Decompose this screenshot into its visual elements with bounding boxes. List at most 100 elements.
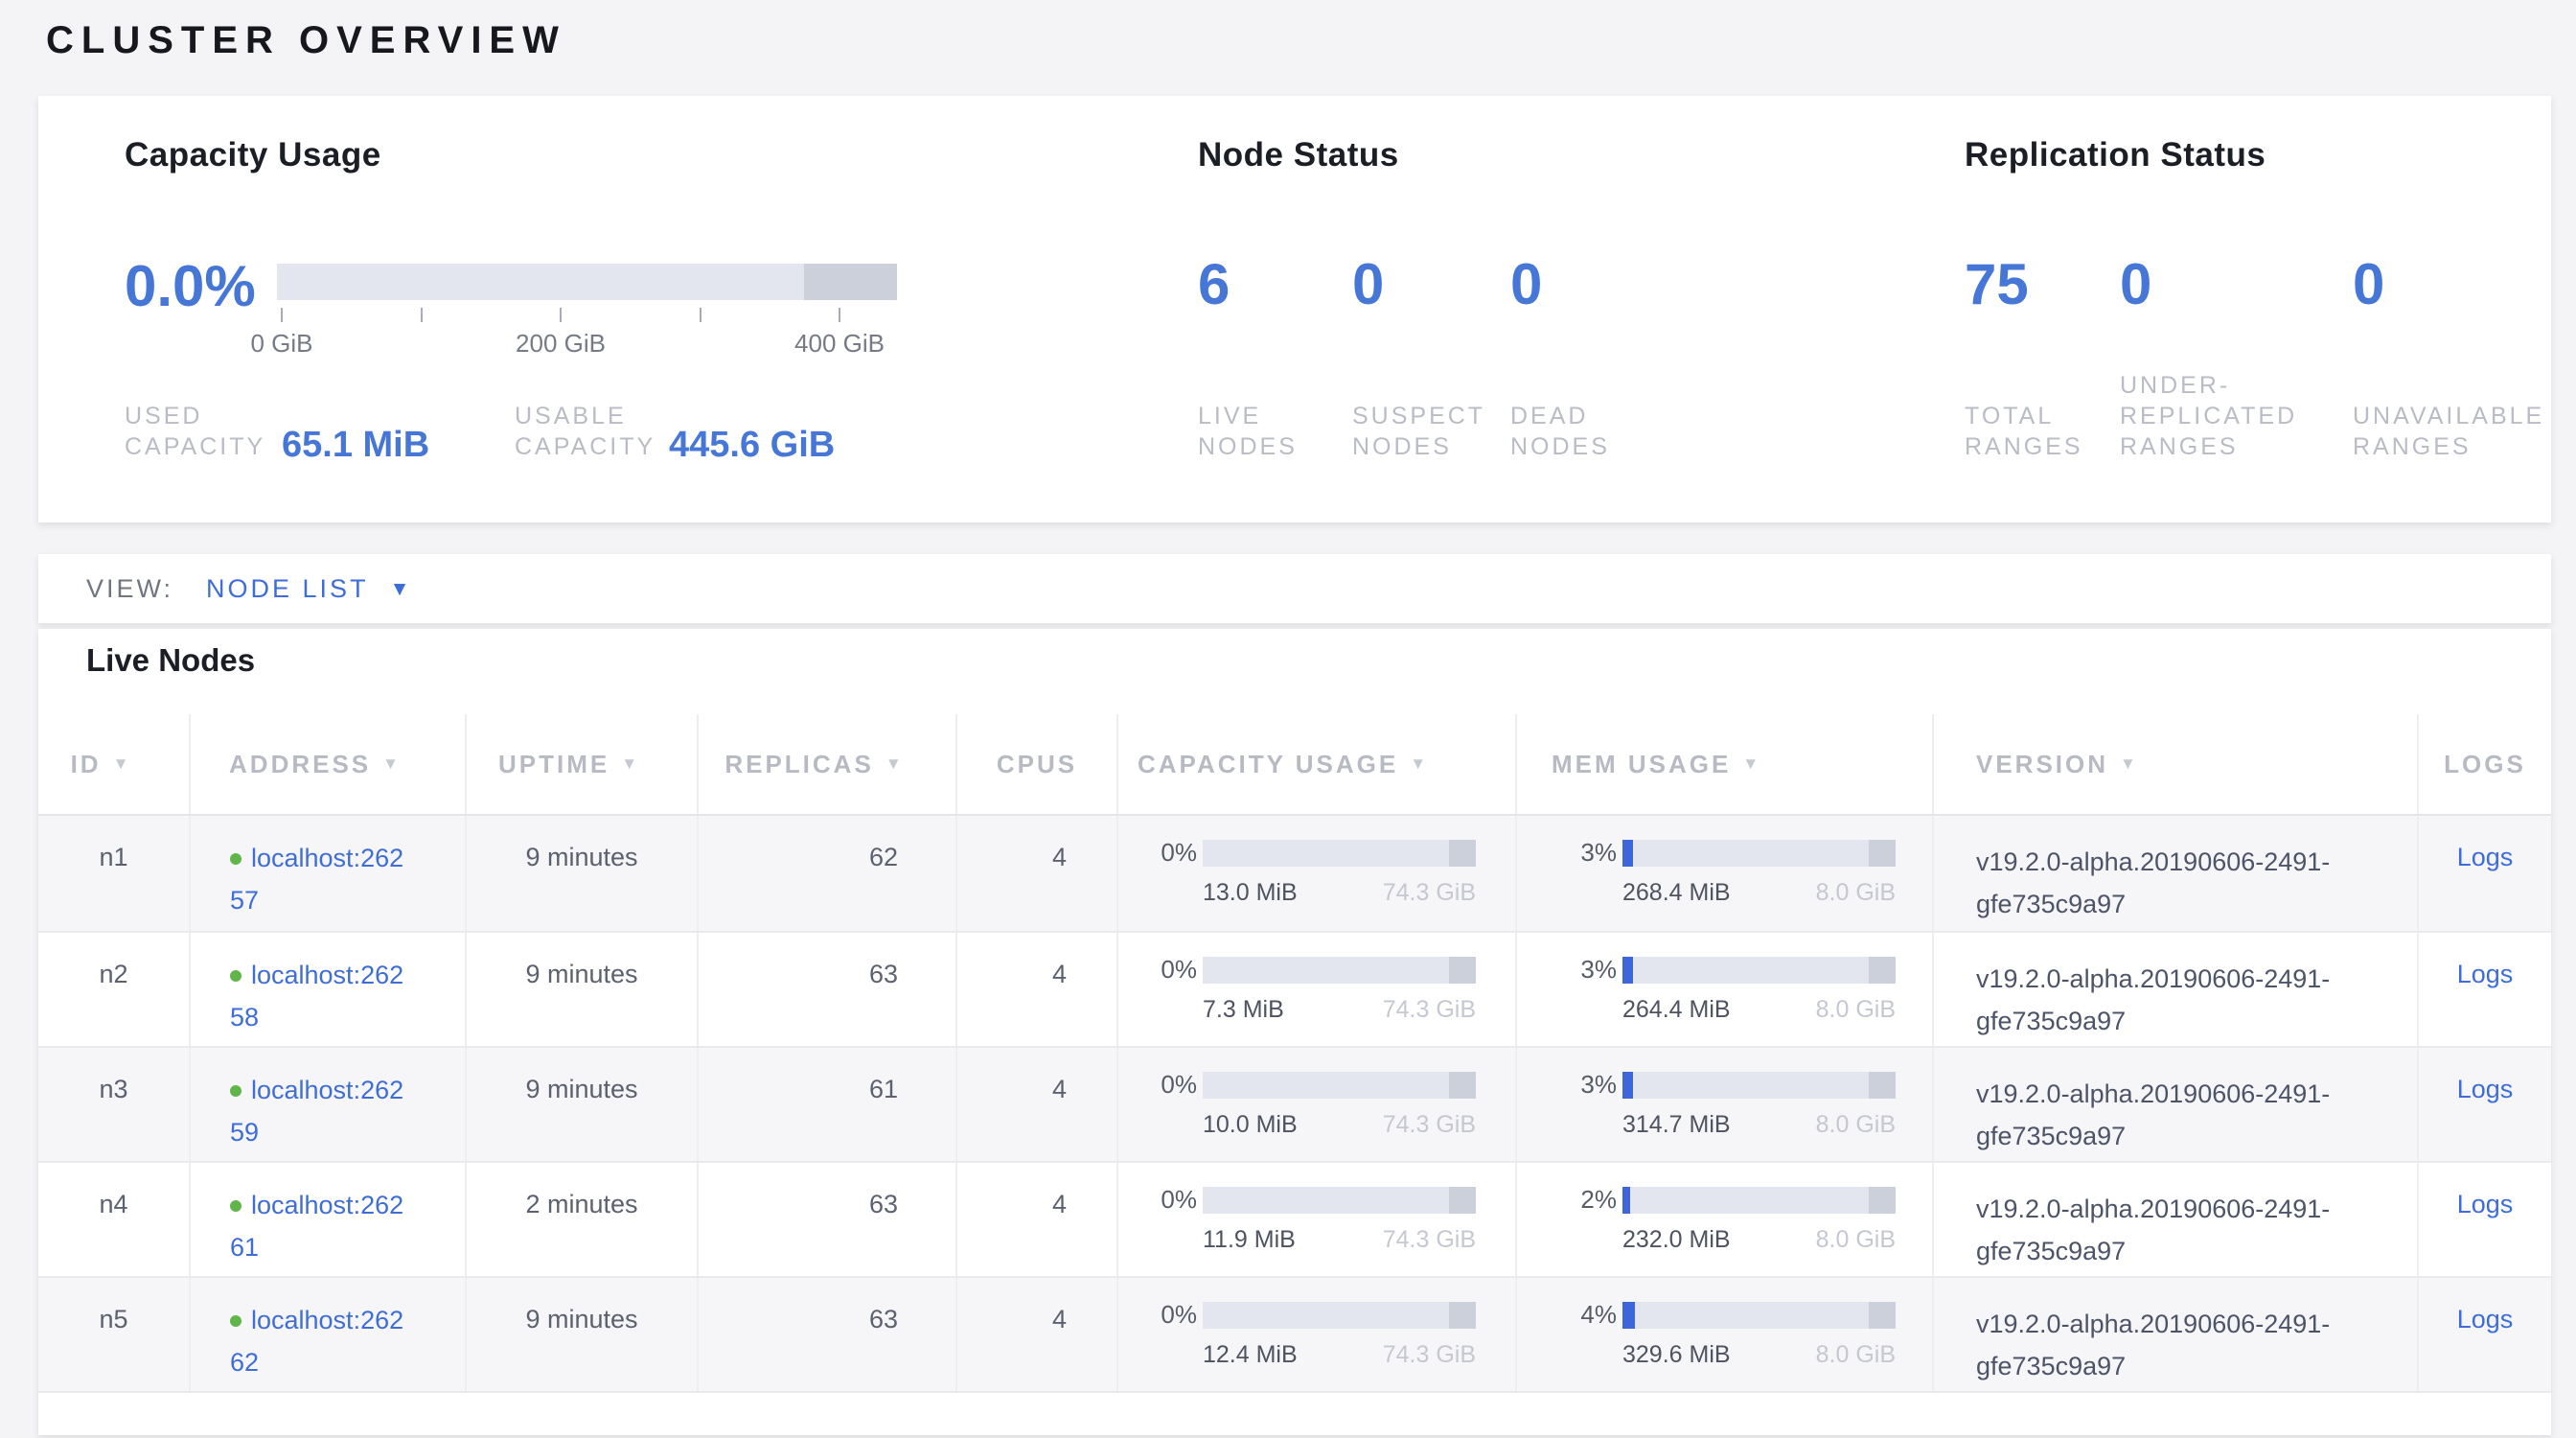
table-body: n1localhost:262579 minutes6240%13.0 MiB7…	[38, 816, 2551, 1435]
column-header-replicas[interactable]: REPLICAS▼	[697, 714, 955, 814]
replicas-cell: 63	[697, 1163, 955, 1276]
node-status-stat: 0 DEADNODES	[1510, 257, 1610, 462]
live-status-dot-icon	[230, 970, 242, 982]
logs-link[interactable]: Logs	[2457, 1075, 2514, 1103]
node-status-section: Node Status 6LIVENODES0SUSPECTNODES0DEAD…	[1198, 136, 1888, 462]
sort-arrow-icon: ▼	[382, 754, 426, 774]
used-value: 11.9 MiB	[1203, 1226, 1296, 1254]
uptime-cell: 9 minutes	[465, 816, 697, 931]
replication-stat: 75TOTALRANGES	[1965, 257, 2120, 462]
bar-nonusable-segment	[1869, 957, 1896, 984]
capacity-usage-percent: 0.0%	[125, 253, 256, 319]
column-header-address[interactable]: ADDRESS▼	[189, 714, 465, 814]
used-value: 268.4 MiB	[1622, 879, 1731, 907]
capacity-usage-cell: 0%11.9 MiB74.3 GiB	[1116, 1163, 1515, 1276]
node-address-link[interactable]: localhost:26262	[230, 1306, 403, 1377]
node-address-link[interactable]: localhost:26261	[230, 1191, 403, 1262]
node-status-stats: 6LIVENODES0SUSPECTNODES0DEADNODES	[1198, 257, 1610, 462]
total-value: 74.3 GiB	[1383, 879, 1476, 907]
bar-nonusable-segment	[1449, 957, 1476, 984]
node-address-cell: localhost:26258	[189, 933, 465, 1046]
capacity-bar-nonusable-segment	[804, 264, 897, 300]
capacity-usage-cell: 0%12.4 MiB74.3 GiB	[1116, 1278, 1515, 1391]
column-header-capacity-usage[interactable]: CAPACITY USAGE▼	[1116, 714, 1515, 814]
bar-nonusable-segment	[1449, 1072, 1476, 1099]
node-status-label: DEADNODES	[1510, 401, 1610, 462]
view-dropdown-value: NODE LIST	[206, 574, 369, 604]
logs-link[interactable]: Logs	[2457, 1190, 2514, 1218]
capacity-usage-cell: 0%13.0 MiB74.3 GiB	[1116, 816, 1515, 931]
bar-fill	[1622, 957, 1633, 984]
view-dropdown[interactable]: NODE LIST ▼	[206, 574, 409, 604]
replicas-cell: 63	[697, 933, 955, 1046]
bar-fill	[1622, 1072, 1633, 1099]
capacity-stat-label: USEDCAPACITY	[125, 401, 282, 462]
live-nodes-heading: Live Nodes	[86, 642, 255, 679]
used-value: 10.0 MiB	[1203, 1111, 1298, 1139]
replication-stat: 0 UNDER-REPLICATEDRANGES	[2120, 257, 2353, 462]
column-header-mem-usage[interactable]: MEM USAGE▼	[1515, 714, 1932, 814]
version-cell: v19.2.0-alpha.20190606-2491-gfe735c9a97	[1932, 1048, 2417, 1161]
mem-percent: 3%	[1517, 955, 1617, 985]
node-status-value: 6	[1198, 257, 1352, 313]
capacity-bar-track	[1203, 840, 1476, 867]
column-header-version[interactable]: VERSION▼	[1932, 714, 2417, 814]
cpus-cell: 4	[955, 1048, 1116, 1161]
mem-usage-cell: 3%264.4 MiB8.0 GiB	[1515, 933, 1932, 1046]
node-status-value: 0	[1352, 257, 1510, 313]
view-selector-bar: VIEW: NODE LIST ▼	[38, 554, 2551, 623]
total-value: 8.0 GiB	[1816, 1226, 1896, 1254]
replication-value: 0	[2120, 257, 2353, 313]
logs-cell: Logs	[2417, 933, 2551, 1046]
node-address-link[interactable]: localhost:26257	[230, 844, 403, 915]
node-address-cell: localhost:26259	[189, 1048, 465, 1161]
used-value: 264.4 MiB	[1622, 996, 1731, 1024]
capacity-stat-value: 445.6 GiB	[669, 428, 835, 462]
mem-bar-track	[1622, 1072, 1896, 1099]
used-value: 314.7 MiB	[1622, 1111, 1731, 1139]
logs-cell: Logs	[2417, 1048, 2551, 1161]
node-address-link[interactable]: localhost:26258	[230, 961, 403, 1032]
total-value: 8.0 GiB	[1816, 879, 1896, 907]
live-status-dot-icon	[230, 1315, 242, 1327]
replication-label: UNDER-REPLICATEDRANGES	[2120, 370, 2353, 462]
total-value: 8.0 GiB	[1816, 1111, 1896, 1139]
axis-tick	[560, 308, 562, 322]
logs-link[interactable]: Logs	[2457, 1305, 2514, 1334]
uptime-cell: 2 minutes	[465, 1163, 697, 1276]
bar-nonusable-segment	[1869, 840, 1896, 867]
table-row: n3localhost:262599 minutes6140%10.0 MiB7…	[38, 1046, 2551, 1161]
node-status-value: 0	[1510, 257, 1610, 313]
axis-tick-label: 0 GiB	[250, 329, 312, 359]
mem-bar-track	[1622, 1302, 1896, 1329]
capacity-percent: 0%	[1118, 1185, 1197, 1215]
node-id-cell: n5	[38, 1278, 189, 1391]
mem-bar-track	[1622, 840, 1896, 867]
capacity-bar-track	[277, 264, 897, 300]
uptime-cell: 9 minutes	[465, 1278, 697, 1391]
replication-status-stats: 75TOTALRANGES0UNDER-REPLICATEDRANGES0UNA…	[1965, 257, 2544, 462]
replication-status-section: Replication Status 75TOTALRANGES0UNDER-R…	[1965, 136, 2561, 462]
sort-arrow-icon: ▼	[113, 754, 157, 774]
logs-link[interactable]: Logs	[2457, 843, 2514, 871]
live-status-dot-icon	[230, 1200, 242, 1212]
sort-arrow-icon: ▼	[1742, 754, 1786, 774]
axis-tick	[421, 308, 423, 322]
capacity-usage-bar: 0 GiB200 GiB400 GiB	[277, 264, 897, 367]
table-row: n4localhost:262612 minutes6340%11.9 MiB7…	[38, 1161, 2551, 1276]
column-header-id[interactable]: ID▼	[38, 714, 189, 814]
bar-nonusable-segment	[1449, 1302, 1476, 1329]
node-address-cell: localhost:26261	[189, 1163, 465, 1276]
column-header-uptime[interactable]: UPTIME▼	[465, 714, 697, 814]
view-label: VIEW:	[86, 574, 173, 604]
node-address-link[interactable]: localhost:26259	[230, 1076, 403, 1147]
live-status-dot-icon	[230, 1085, 242, 1097]
bar-nonusable-segment	[1449, 1187, 1476, 1214]
replication-value: 0	[2353, 257, 2544, 313]
logs-link[interactable]: Logs	[2457, 960, 2514, 988]
replication-stat: 0 UNAVAILABLERANGES	[2353, 257, 2544, 462]
replication-label: UNAVAILABLERANGES	[2353, 401, 2544, 462]
capacity-usage-cell: 0%10.0 MiB74.3 GiB	[1116, 1048, 1515, 1161]
used-value: 12.4 MiB	[1203, 1341, 1298, 1369]
sort-arrow-icon: ▼	[621, 754, 665, 774]
